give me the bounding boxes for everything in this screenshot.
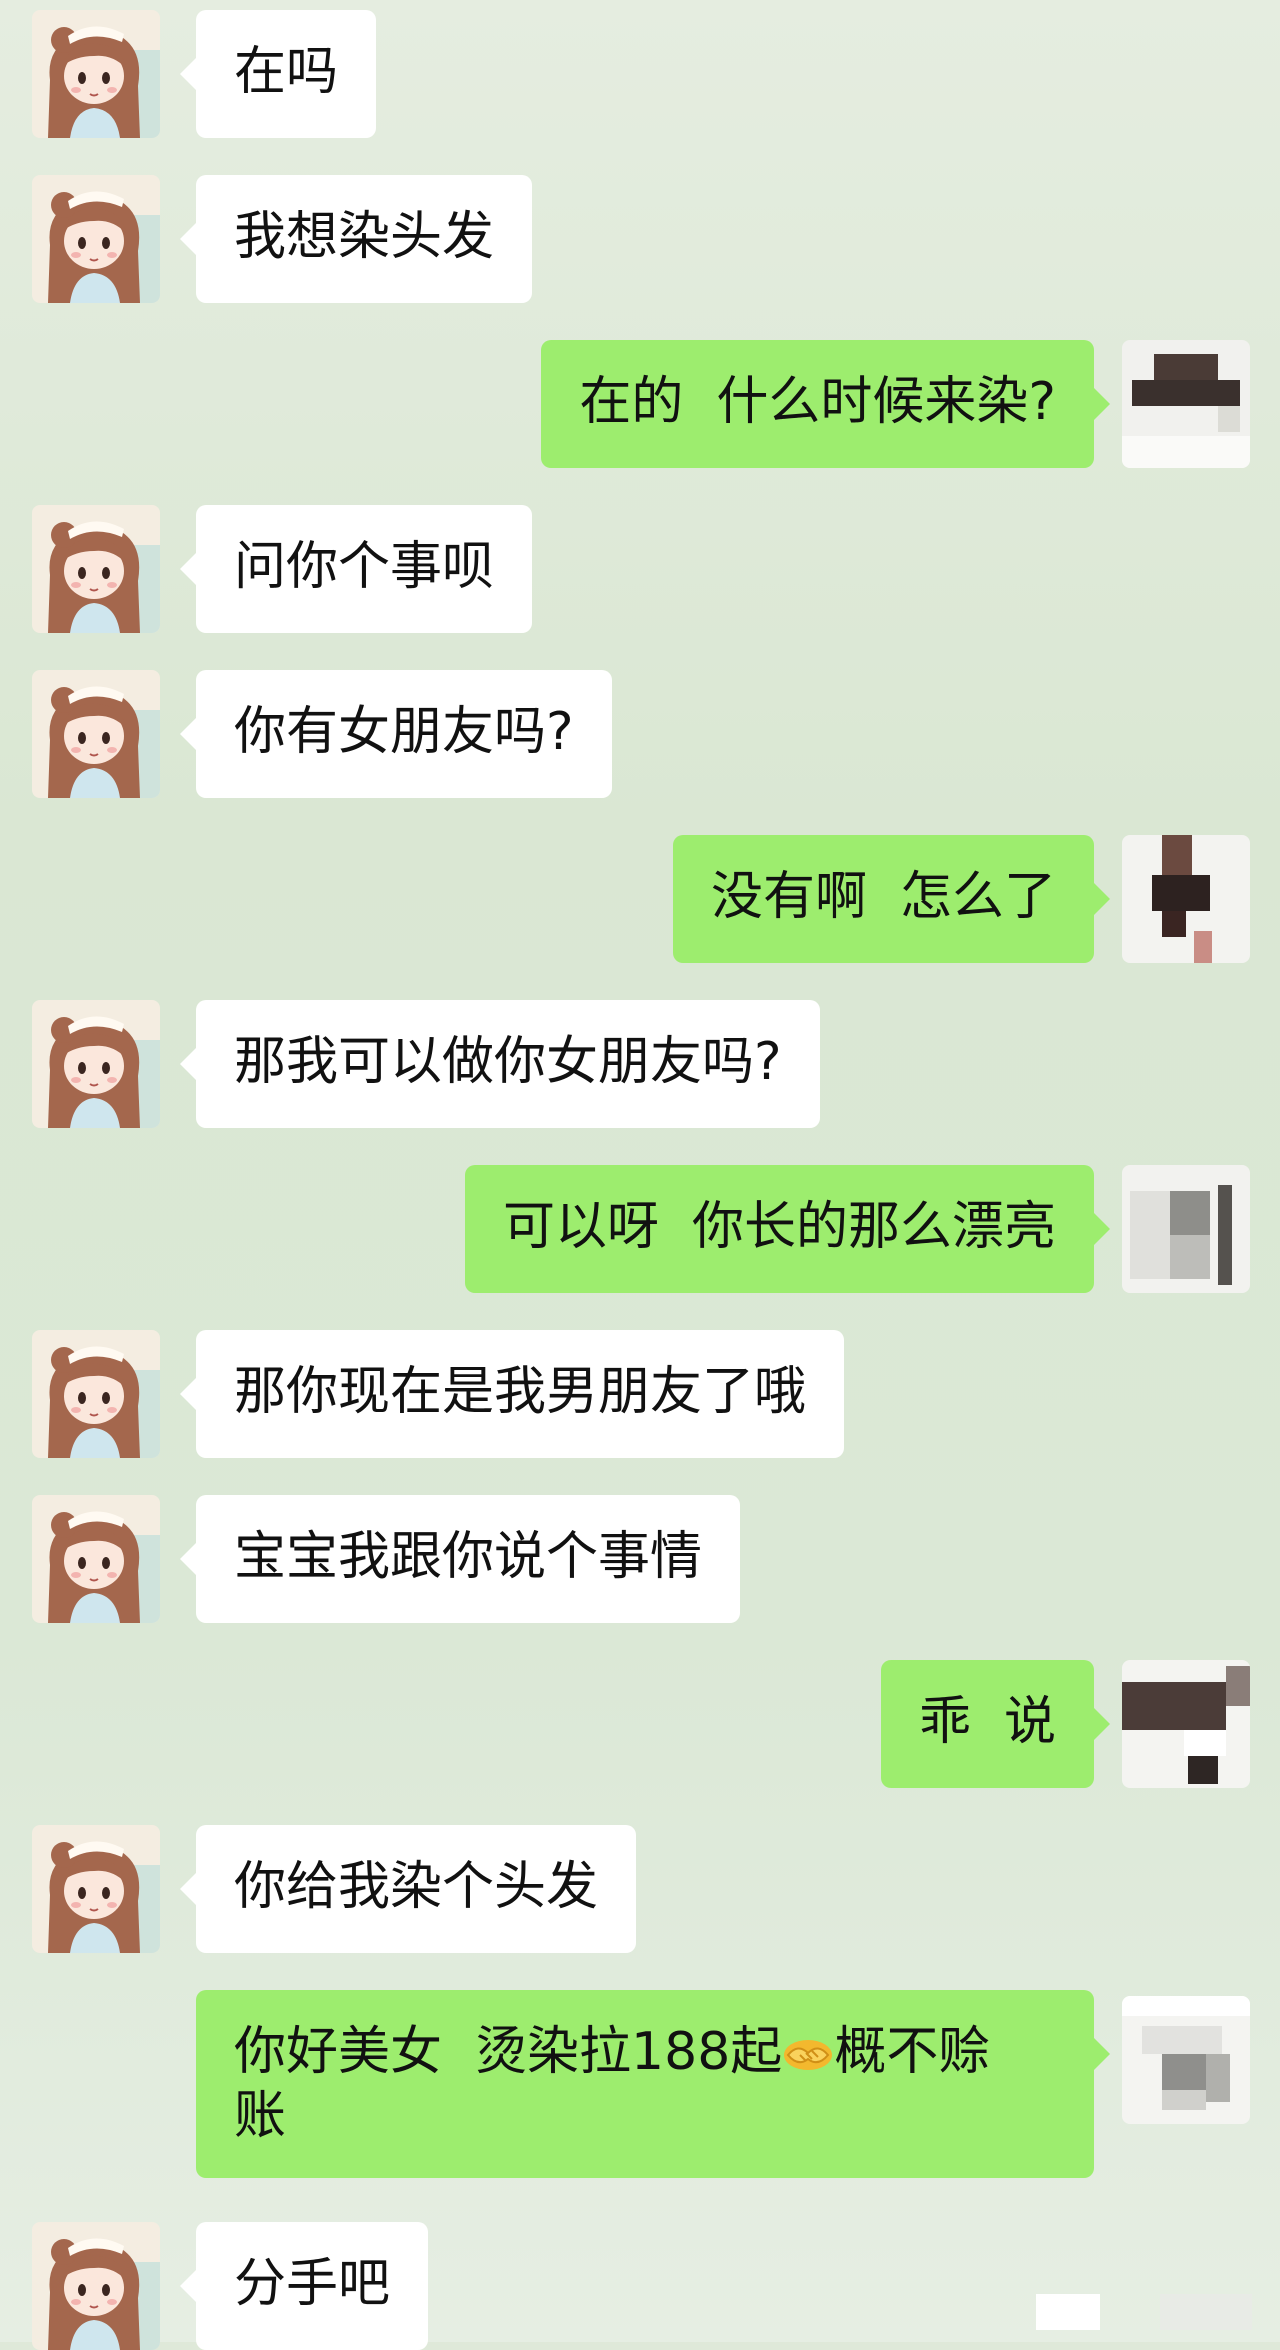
outgoing-message-bubble[interactable]: 乖 说 bbox=[880, 1660, 1111, 1788]
outgoing-message-bubble[interactable]: 没有啊 怎么了 bbox=[672, 835, 1111, 963]
cartoon-girl-avatar-icon bbox=[32, 1330, 160, 1458]
pixelated-avatar-icon bbox=[1122, 835, 1250, 963]
outgoing-message-bubble[interactable]: 你好美女 烫染拉188起 概不赊 账 bbox=[196, 1990, 1110, 2178]
contact-avatar[interactable] bbox=[32, 175, 160, 303]
cartoon-girl-avatar-icon bbox=[32, 1825, 160, 1953]
outgoing-message-bubble[interactable]: 可以呀 你长的那么漂亮 bbox=[464, 1165, 1111, 1293]
outgoing-message-bubble[interactable]: 在的 什么时候来染? bbox=[541, 340, 1110, 468]
contact-avatar[interactable] bbox=[32, 10, 160, 138]
contact-avatar[interactable] bbox=[32, 1000, 160, 1128]
cartoon-girl-avatar-icon bbox=[32, 505, 160, 633]
contact-avatar[interactable] bbox=[32, 2222, 160, 2350]
my-avatar[interactable] bbox=[1122, 1165, 1250, 1293]
pixelated-avatar-icon bbox=[1122, 1996, 1250, 2124]
cartoon-girl-avatar-icon bbox=[32, 10, 160, 138]
blurred-patch bbox=[1160, 2294, 1252, 2330]
incoming-message-bubble[interactable]: 问你个事呗 bbox=[179, 505, 533, 633]
incoming-message-bubble[interactable]: 宝宝我跟你说个事情 bbox=[179, 1495, 741, 1623]
my-avatar[interactable] bbox=[1122, 835, 1250, 963]
my-avatar[interactable] bbox=[1122, 340, 1250, 468]
chat-area: 在吗 我想染头发 在的 什么时候来染? 问你个事呗 你有女朋友吗? 没有啊 怎么… bbox=[0, 0, 1280, 2350]
cartoon-girl-avatar-icon bbox=[32, 1000, 160, 1128]
my-avatar[interactable] bbox=[1122, 1660, 1250, 1788]
cartoon-girl-avatar-icon bbox=[32, 2222, 160, 2350]
incoming-message-bubble[interactable]: 那我可以做你女朋友吗? bbox=[180, 1000, 820, 1128]
incoming-message-bubble[interactable]: 你有女朋友吗? bbox=[180, 670, 612, 798]
contact-avatar[interactable] bbox=[32, 1825, 160, 1953]
handshake-emoji-icon bbox=[784, 2040, 833, 2070]
incoming-message-bubble[interactable]: 分手吧 bbox=[179, 2222, 429, 2350]
message-text-part: 你好美女 烫染拉188起 bbox=[234, 2022, 783, 2082]
contact-avatar[interactable] bbox=[32, 505, 160, 633]
contact-avatar[interactable] bbox=[32, 1330, 160, 1458]
incoming-message-bubble[interactable]: 我想染头发 bbox=[179, 175, 533, 303]
contact-avatar[interactable] bbox=[32, 1495, 160, 1623]
cartoon-girl-avatar-icon bbox=[32, 1495, 160, 1623]
incoming-message-bubble[interactable]: 你给我染个头发 bbox=[179, 1825, 637, 1953]
cartoon-girl-avatar-icon bbox=[32, 175, 160, 303]
pixelated-avatar-icon bbox=[1122, 340, 1250, 468]
contact-avatar[interactable] bbox=[32, 670, 160, 798]
cartoon-girl-avatar-icon bbox=[32, 670, 160, 798]
blurred-patch bbox=[1036, 2294, 1100, 2330]
my-avatar[interactable] bbox=[1122, 1996, 1250, 2124]
incoming-message-bubble[interactable]: 在吗 bbox=[179, 10, 377, 138]
incoming-message-bubble[interactable]: 那你现在是我男朋友了哦 bbox=[179, 1330, 845, 1458]
pixelated-avatar-icon bbox=[1122, 1660, 1250, 1788]
pixelated-avatar-icon bbox=[1122, 1165, 1250, 1293]
